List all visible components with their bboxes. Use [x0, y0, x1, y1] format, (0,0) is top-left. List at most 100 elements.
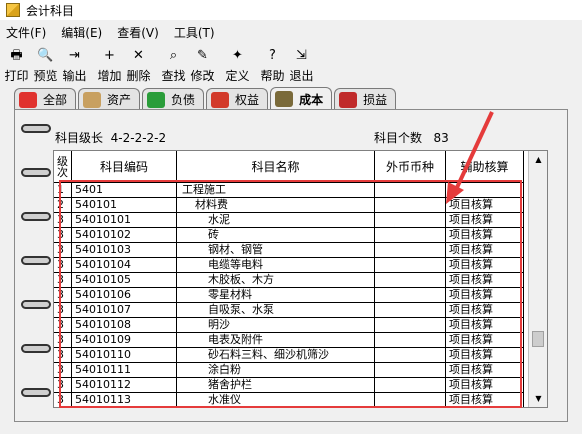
- table-row[interactable]: 3 54010110 砂石料三料、细沙机筛沙 项目核算: [54, 348, 524, 363]
- cell-code: 540101: [72, 198, 177, 213]
- cell-aux: 项目核算: [446, 348, 524, 363]
- table-body: 1 5401 工程施工 2 540101 材料费 项目核算 3 54010101 水泥 项目核算 3 5…: [54, 183, 524, 407]
- table-row[interactable]: 3 54010113 水准仪 项目核算: [54, 393, 524, 407]
- delete-icon: ✕: [133, 48, 144, 63]
- cell-aux: 项目核算: [446, 273, 524, 288]
- exit-button[interactable]: ⇲ 退出: [287, 44, 316, 84]
- cell-name: 明沙: [177, 318, 375, 333]
- cell-currency: [375, 213, 446, 228]
- scroll-thumb[interactable]: [532, 331, 544, 347]
- cell-name: 零星材料: [177, 288, 375, 303]
- tab-label: 负债: [171, 93, 196, 107]
- edit-icon: ✎: [197, 48, 208, 63]
- tab-label: 权益: [235, 93, 260, 107]
- table-row[interactable]: 3 54010108 明沙 项目核算: [54, 318, 524, 333]
- cell-currency: [375, 348, 446, 363]
- cell-aux: 项目核算: [446, 258, 524, 273]
- toolbar-label: 打印: [4, 69, 29, 83]
- preview-button[interactable]: 🔍 预览: [31, 44, 60, 84]
- cell-aux: 项目核算: [446, 303, 524, 318]
- cell-name: 水准仪: [177, 393, 375, 407]
- table-row[interactable]: 3 54010107 自吸泵、水泵 项目核算: [54, 303, 524, 318]
- export-button[interactable]: ⇥ 输出: [60, 44, 89, 84]
- find-button[interactable]: ⌕ 查找: [159, 44, 188, 84]
- all-icon: [19, 91, 37, 108]
- help-icon: ?: [269, 48, 276, 63]
- cell-name: 工程施工: [177, 183, 375, 198]
- cell-name: 砖: [177, 228, 375, 243]
- binder-ring-icon: [21, 300, 51, 309]
- table-row[interactable]: 3 54010109 电表及附件 项目核算: [54, 333, 524, 348]
- binder-ring-icon: [21, 344, 51, 353]
- header-aux: 辅助核算: [446, 151, 524, 183]
- cell-code: 54010113: [72, 393, 177, 407]
- title-bar: 会计科目: [0, 0, 582, 20]
- cell-aux: 项目核算: [446, 213, 524, 228]
- cell-code: 54010105: [72, 273, 177, 288]
- cell-currency: [375, 378, 446, 393]
- cell-level: 3: [54, 228, 72, 243]
- table-row[interactable]: 1 5401 工程施工: [54, 183, 524, 198]
- cell-name: 水泥: [177, 213, 375, 228]
- define-button[interactable]: ✦ 定义: [223, 44, 252, 84]
- menu-view[interactable]: 查看(V): [111, 24, 168, 41]
- scroll-up-icon[interactable]: ▲: [529, 151, 547, 168]
- toolbar-label: 退出: [289, 69, 314, 83]
- toolbar-label: 查找: [161, 69, 186, 83]
- menu-edit[interactable]: 编辑(E): [55, 24, 111, 41]
- count-value: 83: [433, 131, 449, 145]
- cell-aux: 项目核算: [446, 243, 524, 258]
- cell-name: 猪舍护栏: [177, 378, 375, 393]
- table-row[interactable]: 3 54010112 猪舍护栏 项目核算: [54, 378, 524, 393]
- tab-cost[interactable]: 成本: [270, 87, 333, 110]
- add-icon: +: [104, 48, 115, 63]
- binder-ring-icon: [21, 212, 51, 221]
- toolbar-label: 定义: [225, 69, 250, 83]
- header-code: 科目编码: [72, 151, 177, 183]
- cell-level: 2: [54, 198, 72, 213]
- table-row[interactable]: 3 54010105 木胶板、木方 项目核算: [54, 273, 524, 288]
- cell-code: 54010109: [72, 333, 177, 348]
- menu-tools[interactable]: 工具(T): [168, 24, 224, 41]
- cell-level: 3: [54, 258, 72, 273]
- table-row[interactable]: 3 54010111 涂白粉 项目核算: [54, 363, 524, 378]
- table-row[interactable]: 3 54010106 零星材料 项目核算: [54, 288, 524, 303]
- table-row[interactable]: 3 54010103 钢材、钢管 项目核算: [54, 243, 524, 258]
- tab-profit-loss[interactable]: 损益: [334, 88, 397, 110]
- tab-all[interactable]: 全部: [14, 88, 77, 110]
- cell-aux: [446, 183, 524, 198]
- tab-liability[interactable]: 负债: [142, 88, 205, 110]
- vertical-scrollbar[interactable]: ▲ ▼: [528, 151, 547, 407]
- tab-equity[interactable]: 权益: [206, 88, 269, 110]
- tab-label: 损益: [363, 93, 388, 107]
- cell-aux: 项目核算: [446, 363, 524, 378]
- cell-level: 1: [54, 183, 72, 198]
- help-button[interactable]: ? 帮助: [258, 44, 287, 84]
- tab-asset[interactable]: 资产: [78, 88, 141, 110]
- cell-code: 54010108: [72, 318, 177, 333]
- preview-icon: 🔍: [37, 48, 54, 63]
- cell-level: 3: [54, 243, 72, 258]
- cell-aux: 项目核算: [446, 288, 524, 303]
- add-button[interactable]: + 增加: [95, 44, 124, 84]
- cell-code: 5401: [72, 183, 177, 198]
- toolbar-label: 帮助: [260, 69, 285, 83]
- cell-aux: 项目核算: [446, 333, 524, 348]
- table-row[interactable]: 3 54010101 水泥 项目核算: [54, 213, 524, 228]
- cell-aux: 项目核算: [446, 318, 524, 333]
- delete-button[interactable]: ✕ 删除: [124, 44, 153, 84]
- table-row[interactable]: 3 54010102 砖 项目核算: [54, 228, 524, 243]
- asset-icon: [83, 91, 102, 108]
- cell-aux: 项目核算: [446, 228, 524, 243]
- cell-level: 3: [54, 318, 72, 333]
- cell-name: 砂石料三料、细沙机筛沙: [177, 348, 375, 363]
- exit-icon: ⇲: [296, 48, 307, 63]
- toolbar: 🖶 打印 🔍 预览 ⇥ 输出 + 增加 ✕ 删除 ⌕ 查找 ✎ 修改 ✦ 定义 ? 帮助 ⇲ 退出: [0, 44, 582, 86]
- menu-file[interactable]: 文件(F): [0, 24, 55, 41]
- scroll-down-icon[interactable]: ▼: [529, 390, 547, 407]
- table-row[interactable]: 3 54010104 电缆等电料 项目核算: [54, 258, 524, 273]
- edit-button[interactable]: ✎ 修改: [188, 44, 217, 84]
- accounts-table: 级 次 科目编码 科目名称 外币币种 辅助核算 1 5401 工程施工 2 540101…: [53, 150, 548, 408]
- table-row[interactable]: 2 540101 材料费 项目核算: [54, 198, 524, 213]
- print-button[interactable]: 🖶 打印: [2, 44, 31, 84]
